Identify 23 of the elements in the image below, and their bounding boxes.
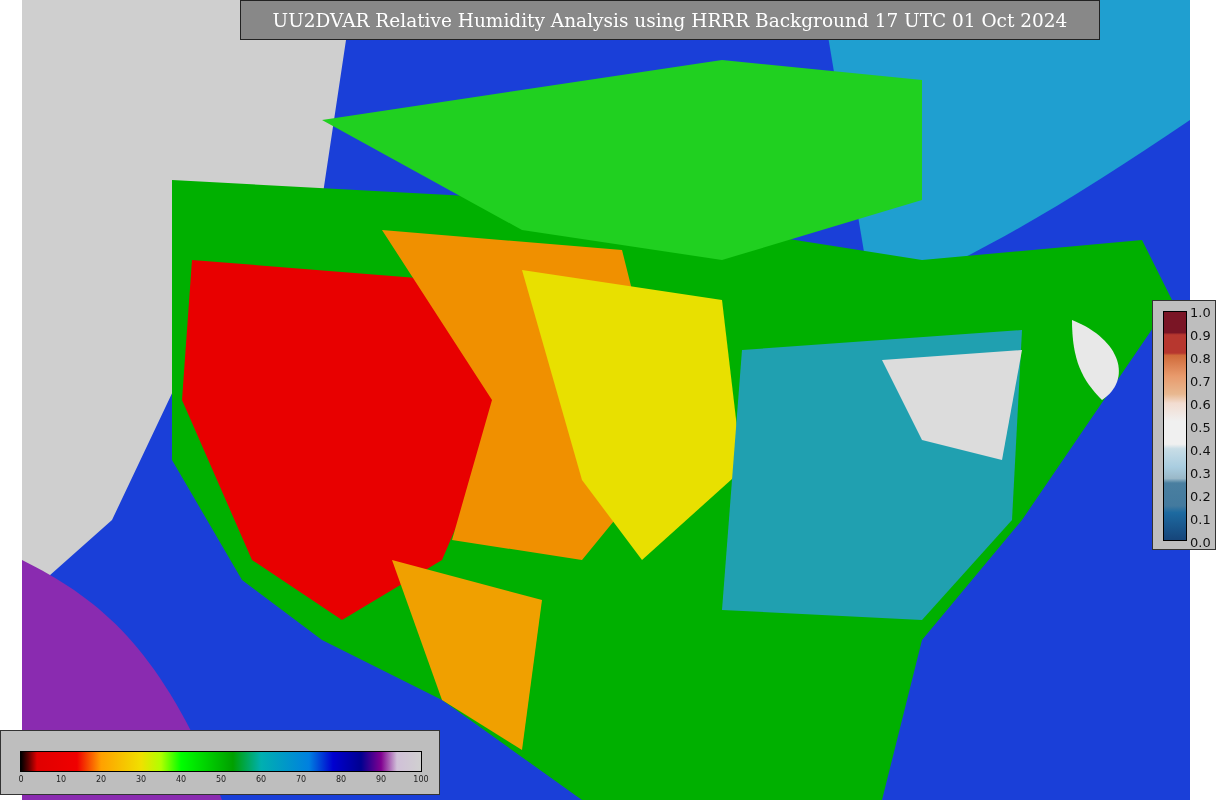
scale-label: 0.7: [1190, 373, 1211, 391]
scale-label: 0.1: [1190, 511, 1211, 529]
scale-label: 40: [174, 775, 188, 784]
scale-label: 70: [294, 775, 308, 784]
scale-label: 60: [254, 775, 268, 784]
scale-label: 80: [334, 775, 348, 784]
scale-label: 30: [134, 775, 148, 784]
scale-label: 0.4: [1190, 442, 1211, 460]
scale-label: 0: [17, 775, 25, 784]
scale-label: 0.9: [1190, 327, 1211, 345]
scale-label: 0.6: [1190, 396, 1211, 414]
scale-label: 20: [94, 775, 108, 784]
scale-label: 0.3: [1190, 465, 1211, 483]
scale-label: 100: [412, 775, 430, 784]
scale-label: 0.5: [1190, 419, 1211, 437]
scale-label: 10: [54, 775, 68, 784]
scale-label: 0.8: [1190, 350, 1211, 368]
scale-label: 0.0: [1190, 534, 1211, 552]
map-title: UU2DVAR Relative Humidity Analysis using HRRR Background 17 UTC 01 Oct 2024: [240, 0, 1100, 40]
scale-label: 1.0: [1190, 304, 1211, 322]
scale-label: 90: [374, 775, 388, 784]
scale-label: 0.2: [1190, 488, 1211, 506]
scale-label: 50: [214, 775, 228, 784]
